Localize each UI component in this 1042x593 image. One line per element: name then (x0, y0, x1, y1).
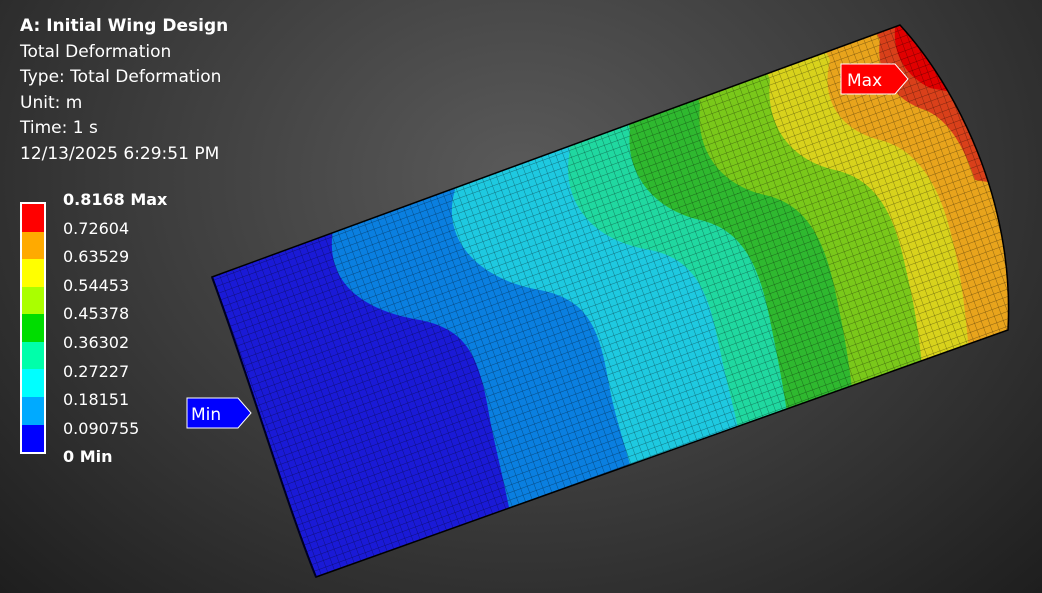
wing-mesh[interactable] (150, 0, 1042, 593)
min-probe[interactable]: Min (186, 397, 252, 429)
max-probe-label: Max (847, 71, 882, 91)
max-probe[interactable]: Max (840, 63, 909, 95)
min-probe-label: Min (191, 405, 221, 425)
graphics-viewport[interactable]: Max Min (0, 0, 1042, 593)
